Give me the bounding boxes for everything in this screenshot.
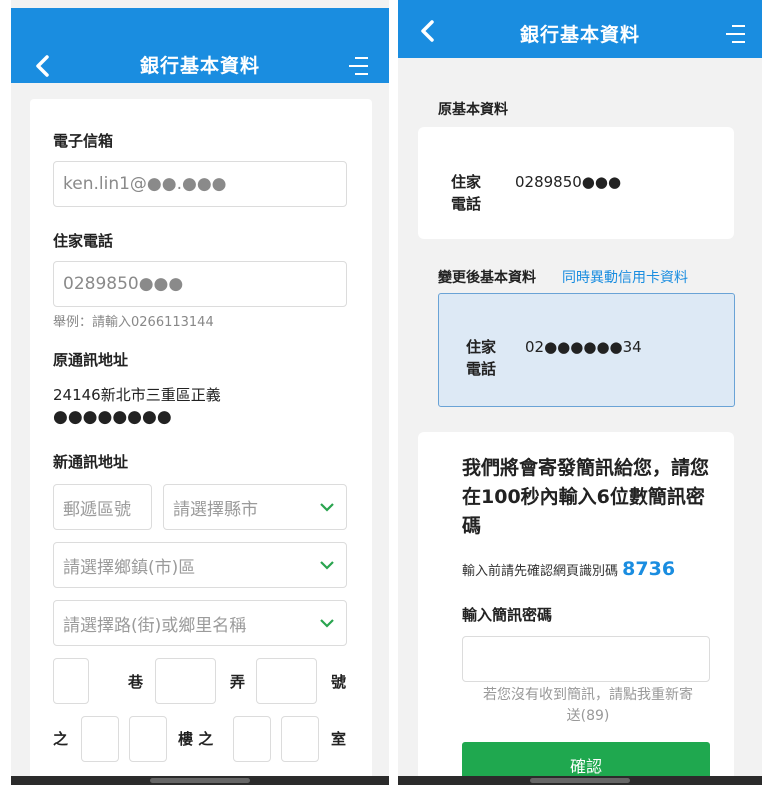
old-address-line2: ●●●●●●●●	[53, 407, 172, 427]
new-address-label: 新通訊地址	[53, 453, 129, 471]
phone-field[interactable]: 0289850●●●	[53, 261, 347, 307]
sms-card: 我們將會寄發簡訊給您，請您在100秒內輸入6位數簡訊密碼 輸入前請先確認網頁識別…	[418, 432, 734, 785]
phone-hint: 舉例：請輸入0266113144	[53, 315, 214, 330]
chevron-down-icon	[320, 613, 334, 633]
changed-card: 住家電話 02●●●●●●34	[438, 293, 735, 407]
app-bar: 銀行基本資料	[11, 8, 389, 83]
home-indicator[interactable]	[530, 778, 630, 783]
menu-icon[interactable]	[724, 24, 746, 48]
old-address-line1: 24146新北市三重區正義	[53, 386, 221, 404]
zip-field[interactable]: 郵遞區號	[53, 484, 152, 530]
verify-code: 8736	[622, 558, 676, 580]
verify-line: 輸入前請先確認網頁識別碼 8736	[462, 558, 675, 580]
number-input[interactable]	[256, 658, 317, 704]
system-nav-bar	[398, 776, 762, 785]
system-nav-bar	[11, 776, 389, 785]
resend-link[interactable]: 若您沒有收到簡訊，請點我重新寄送(89)	[478, 685, 698, 727]
room-unit: 室	[331, 730, 347, 748]
email-value: ken.lin1@●●.●●●	[63, 174, 227, 194]
chevron-down-icon	[320, 497, 334, 517]
original-card: 住家電話 0289850●●●	[418, 127, 734, 239]
phone-value: 0289850●●●	[63, 274, 184, 294]
floor-input[interactable]	[129, 716, 167, 762]
page-title: 銀行基本資料	[139, 55, 260, 77]
home-indicator[interactable]	[150, 778, 250, 783]
number-unit: 號	[331, 673, 347, 691]
app-bar: 銀行基本資料	[398, 0, 762, 58]
lane-unit: 巷	[128, 673, 144, 691]
form-card: 電子信箱 ken.lin1@●●.●●● 住家電話 0289850●●● 舉例：…	[30, 99, 372, 785]
lane-input[interactable]	[53, 658, 89, 704]
floor-unit: 樓 之	[178, 730, 214, 748]
original-key: 住家電話	[451, 173, 482, 213]
original-value: 0289850●●●	[515, 173, 622, 191]
road-placeholder: 請選擇路(街)或鄉里名稱	[63, 615, 247, 636]
town-select[interactable]: 請選擇鄉鎮(市)區	[53, 542, 347, 588]
county-placeholder: 請選擇縣市	[173, 499, 258, 520]
zip-placeholder: 郵遞區號	[63, 499, 131, 520]
page-title: 銀行基本資料	[519, 24, 640, 46]
phone-label: 住家電話	[53, 232, 114, 250]
chevron-down-icon	[320, 555, 334, 575]
original-section-label: 原基本資料	[438, 102, 508, 118]
town-placeholder: 請選擇鄉鎮(市)區	[63, 557, 196, 578]
sms-notice: 我們將會寄發簡訊給您，請您在100秒內輸入6位數簡訊密碼	[462, 457, 710, 537]
right-panel: 銀行基本資料 原基本資料 住家電話 0289850●●● 變更後基本資料 同時異…	[398, 0, 762, 785]
sync-credit-card-link[interactable]: 同時異動信用卡資料	[562, 267, 688, 287]
verify-prefix: 輸入前請先確認網頁識別碼	[462, 564, 619, 579]
old-address-label: 原通訊地址	[53, 351, 129, 369]
county-select[interactable]: 請選擇縣市	[163, 484, 347, 530]
room-input[interactable]	[281, 716, 319, 762]
sms-code-input[interactable]	[462, 636, 710, 682]
changed-key: 住家電話	[466, 338, 497, 378]
left-panel: 銀行基本資料 電子信箱 ken.lin1@●●.●●● 住家電話 0289850…	[11, 0, 389, 785]
email-field[interactable]: ken.lin1@●●.●●●	[53, 161, 347, 207]
email-label: 電子信箱	[53, 132, 114, 150]
alley-input[interactable]	[155, 658, 216, 704]
changed-value: 02●●●●●●34	[525, 338, 642, 356]
of-unit: 之	[53, 730, 69, 748]
sms-input-label: 輸入簡訊密碼	[462, 606, 553, 624]
changed-section-label: 變更後基本資料	[438, 270, 536, 286]
number-sub-input[interactable]	[81, 716, 119, 762]
menu-icon[interactable]	[347, 56, 369, 80]
road-select[interactable]: 請選擇路(街)或鄉里名稱	[53, 600, 347, 646]
floor-sub-input[interactable]	[233, 716, 271, 762]
alley-unit: 弄	[230, 673, 246, 691]
